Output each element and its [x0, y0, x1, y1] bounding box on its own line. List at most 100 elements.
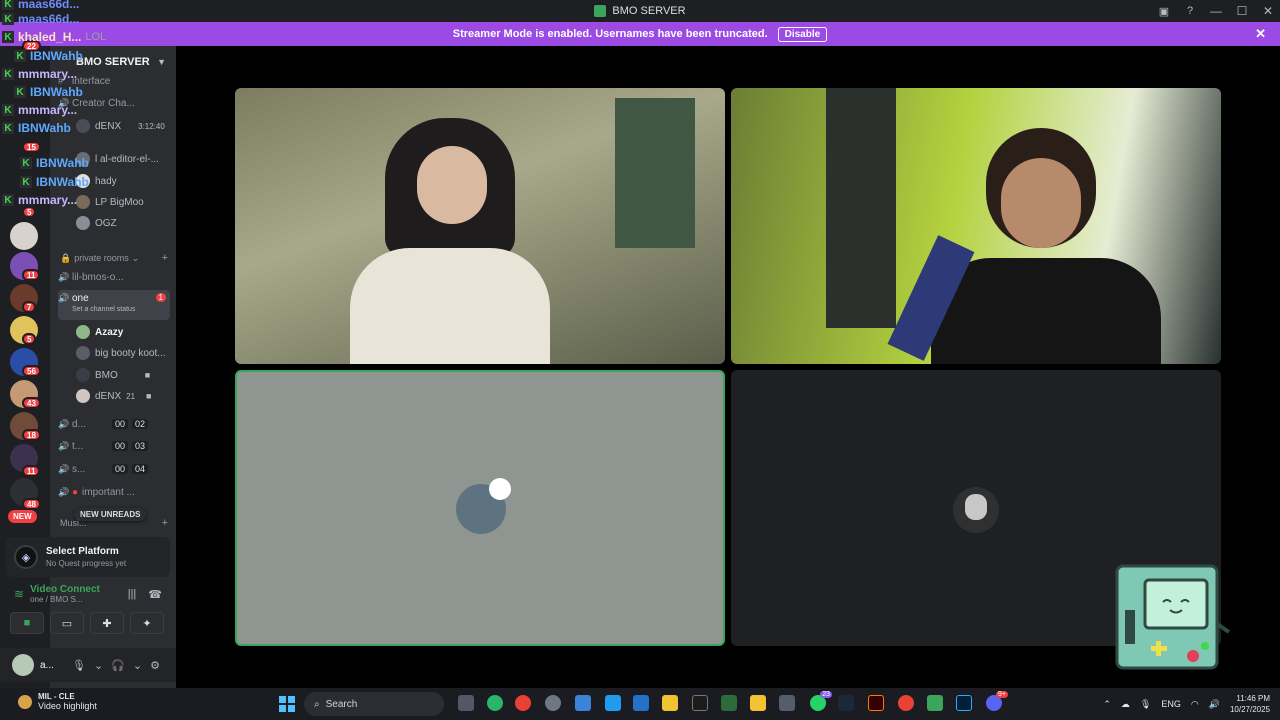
illustrator-icon[interactable] — [868, 695, 884, 711]
widget-subtitle: Video highlight — [38, 701, 97, 711]
channel-t[interactable]: 🔊 t... 00 03 — [58, 437, 170, 455]
add-channel-icon[interactable]: + — [162, 517, 168, 529]
voice-user[interactable]: LP BigMoo — [76, 193, 144, 211]
chevron-up-icon[interactable]: ⌃ — [1103, 699, 1111, 710]
file-explorer-icon[interactable] — [662, 695, 678, 711]
server-icon — [594, 5, 607, 17]
voice-user[interactable]: dENX 21 ■ — [76, 387, 151, 405]
voice-user[interactable]: big booty koot... — [76, 344, 166, 362]
help-icon[interactable]: ? — [1178, 0, 1202, 22]
red-dot-icon: ● — [72, 486, 79, 498]
channel-lil-bmos[interactable]: 🔊 lil-bmos-o... — [58, 268, 170, 286]
discord-icon[interactable]: 9+ — [986, 691, 1008, 711]
avatar[interactable] — [12, 654, 34, 676]
app-icon[interactable] — [750, 695, 766, 711]
activities-button[interactable]: ✚ — [90, 612, 124, 634]
app-icon[interactable] — [487, 695, 503, 711]
search-placeholder: Search — [325, 698, 358, 710]
close-window-button[interactable]: ✕ — [1256, 0, 1280, 22]
voice-status-label[interactable]: Video Connecte... — [30, 584, 100, 595]
camera-icon: ■ — [144, 370, 151, 380]
headphones-icon[interactable]: 🎧 — [111, 659, 125, 672]
soundboard-button[interactable]: ✦ — [130, 612, 164, 634]
language-indicator[interactable]: ENG — [1161, 699, 1181, 709]
server-icon-1[interactable] — [10, 222, 38, 250]
k-badge-icon: K — [2, 13, 14, 25]
microphone-icon[interactable]: 🎙 — [72, 659, 86, 672]
k-badge-icon: K — [20, 157, 32, 169]
widget-title: MIL - CLE — [38, 692, 75, 701]
store-icon[interactable] — [779, 695, 795, 711]
speaker-icon: 🔊 — [58, 271, 70, 282]
voice-channel-label[interactable]: one / BMO S... — [30, 595, 100, 604]
photos-icon[interactable] — [633, 695, 649, 711]
bmo-sticker — [1115, 564, 1231, 670]
voice-user[interactable]: BMO ■ — [76, 366, 150, 384]
edge-icon[interactable] — [605, 695, 621, 711]
clock-time: 11:46 PM — [1236, 694, 1270, 703]
server-badge: 7 — [22, 301, 37, 313]
start-button[interactable] — [279, 696, 295, 712]
clock[interactable]: 11:46 PM 10/27/2025 — [1230, 693, 1270, 715]
voice-user[interactable]: dENX 3:12:40 — [76, 117, 165, 135]
speaker-icon: 🔊 — [58, 418, 70, 429]
chevron-down-icon[interactable]: ⌄ — [133, 659, 142, 672]
lock-icon: 🔒 — [60, 252, 72, 263]
wifi-icon[interactable]: ◠ — [1191, 699, 1199, 710]
video-background — [826, 88, 896, 328]
server-name: BMO SERVER — [76, 56, 150, 68]
bmo-dpad — [1156, 641, 1161, 656]
disable-button[interactable]: Disable — [777, 26, 828, 42]
channel-one[interactable]: 🔊 one Set a channel status 1 — [58, 290, 170, 320]
maximize-button[interactable]: ☐ — [1230, 0, 1254, 22]
screen-share-button[interactable]: ▭ — [50, 612, 84, 634]
clock-date: 10/27/2025 — [1229, 705, 1270, 714]
noise-suppression-icon[interactable]: ||| — [128, 588, 137, 601]
participant-tile-3[interactable] — [235, 370, 725, 646]
app-badge: 23 — [820, 691, 832, 698]
settings-icon[interactable] — [545, 695, 561, 711]
widget-weather[interactable]: MIL - CLE Video highlight — [18, 692, 97, 711]
channel-status-label[interactable]: Set a channel status — [72, 306, 135, 313]
chrome-icon[interactable] — [515, 695, 531, 711]
video-subject-face — [417, 146, 487, 224]
channel-d[interactable]: 🔊 d... 00 02 — [58, 415, 170, 433]
minimize-button[interactable]: — — [1204, 0, 1228, 22]
camera-button[interactable]: ■ — [10, 612, 44, 634]
close-banner-icon[interactable]: ✕ — [1255, 26, 1266, 42]
k-badge-icon: K — [2, 0, 14, 10]
chrome-icon[interactable] — [898, 695, 914, 711]
voice-user[interactable]: Azazy — [76, 323, 123, 341]
settings-gear-icon[interactable]: ⚙ — [150, 659, 160, 672]
voice-user[interactable]: OGZ — [76, 214, 117, 232]
bmo-button — [1201, 642, 1209, 650]
steam-icon[interactable] — [838, 695, 854, 711]
microphone-icon[interactable]: 🎙 — [1140, 699, 1151, 710]
channel-important[interactable]: 🔊 ● important ... — [58, 483, 170, 501]
inbox-icon[interactable]: ▣ — [1152, 0, 1176, 22]
server-badge: 5 — [22, 333, 37, 345]
disconnect-icon[interactable]: ☎ — [148, 588, 162, 601]
network-icon[interactable]: ☁ — [1121, 699, 1130, 710]
speaker-icon: 🔊 — [58, 293, 70, 303]
whatsapp-icon[interactable]: 23 — [810, 691, 832, 711]
photoshop-icon[interactable] — [956, 695, 972, 711]
task-view-icon[interactable] — [458, 695, 474, 711]
user-name[interactable]: a... — [40, 660, 60, 671]
epic-games-icon[interactable] — [692, 695, 708, 711]
category-private-rooms[interactable]: 🔒 private rooms ⌄ + — [60, 252, 168, 264]
chevron-down-icon[interactable]: ⌄ — [94, 659, 103, 672]
k-badge-icon: K — [14, 50, 26, 62]
server-badge: 11 — [22, 269, 41, 281]
quest-card[interactable]: ◈ Select Platform No Quest progress yet — [6, 537, 170, 577]
app-icon[interactable] — [575, 695, 591, 711]
app-icon[interactable] — [927, 695, 943, 711]
category-music[interactable]: Musi... + — [60, 517, 168, 529]
channel-s[interactable]: 🔊 s... 00 04 — [58, 460, 170, 478]
add-channel-icon[interactable]: + — [162, 252, 168, 264]
app-icon[interactable] — [721, 695, 737, 711]
volume-icon[interactable]: 🔊 — [1209, 699, 1220, 710]
video-tile-1[interactable] — [235, 88, 725, 364]
search-box[interactable]: ⌕ Search — [304, 692, 444, 716]
video-tile-2[interactable] — [731, 88, 1221, 364]
